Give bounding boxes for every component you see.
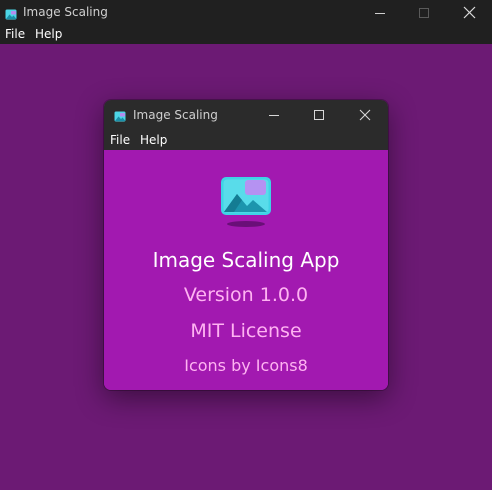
app-icon	[5, 6, 18, 25]
menu-help[interactable]: Help	[35, 27, 62, 41]
minimize-icon	[269, 114, 279, 116]
dialog-body: Image Scaling App Version 1.0.0 MIT Lice…	[104, 150, 388, 390]
main-titlebar[interactable]: Image Scaling	[0, 0, 492, 25]
maximize-icon	[314, 109, 324, 120]
close-icon	[359, 109, 371, 120]
close-button[interactable]	[446, 0, 492, 25]
dialog-close-button[interactable]	[342, 100, 388, 129]
minimize-icon	[375, 12, 385, 14]
maximize-button[interactable]	[401, 0, 447, 25]
menu-file[interactable]: File	[110, 133, 130, 147]
credits-text: Icons by Icons8	[184, 356, 308, 375]
about-dialog: Image Scaling File Help Image Scaling Ap…	[104, 100, 388, 390]
app-name: Image Scaling App	[152, 248, 340, 272]
menu-file[interactable]: File	[5, 27, 25, 41]
dialog-titlebar[interactable]: Image Scaling	[104, 100, 388, 129]
license-text: MIT License	[190, 320, 302, 342]
dialog-minimize-button[interactable]	[251, 100, 297, 129]
minimize-button[interactable]	[357, 0, 403, 25]
dialog-maximize-button[interactable]	[296, 100, 342, 129]
main-menubar: File Help	[0, 25, 492, 44]
dialog-menubar: File Help	[104, 129, 388, 150]
app-icon	[114, 108, 127, 127]
close-icon	[463, 6, 475, 19]
maximize-icon	[419, 7, 429, 18]
dialog-title: Image Scaling	[133, 108, 218, 122]
menu-help[interactable]: Help	[140, 133, 167, 147]
version-text: Version 1.0.0	[183, 284, 309, 306]
image-gallery-icon	[220, 175, 272, 233]
window-title: Image Scaling	[23, 5, 108, 19]
